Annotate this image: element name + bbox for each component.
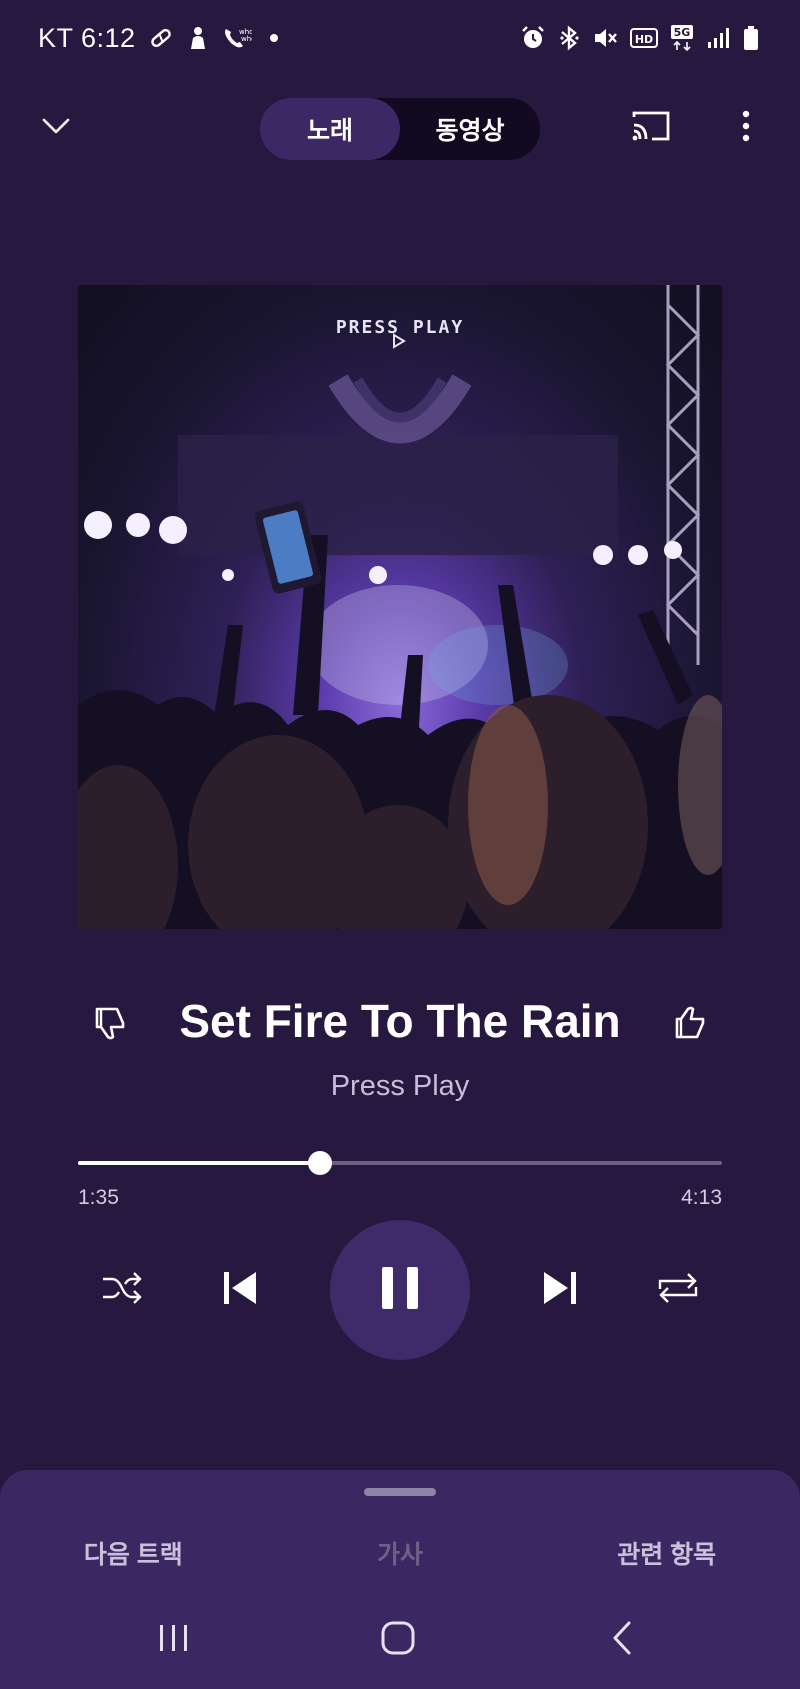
next-button[interactable] <box>534 1266 586 1314</box>
thumbs-up-icon <box>671 1003 711 1048</box>
skip-previous-icon <box>220 1269 260 1312</box>
recents-icon <box>157 1622 191 1659</box>
carrier-time: KT 6:12 <box>38 22 136 53</box>
home-button[interactable] <box>368 1614 428 1666</box>
shuffle-button[interactable] <box>96 1266 148 1314</box>
sheet-tabs: 다음 트랙 가사 관련 항목 <box>0 1530 800 1580</box>
tab-lyrics[interactable]: 가사 <box>267 1530 534 1580</box>
signal-icon <box>706 26 730 50</box>
track-info: Set Fire To The Rain Press Play <box>0 990 800 1110</box>
collapse-button[interactable] <box>34 106 78 150</box>
tab-video[interactable]: 동영상 <box>400 98 540 160</box>
cast-icon <box>630 109 672 148</box>
recents-button[interactable] <box>144 1614 204 1666</box>
status-left: KT 6:12 whowho <box>38 23 278 54</box>
dislike-button[interactable] <box>88 1002 134 1048</box>
play-pause-button[interactable] <box>330 1220 470 1360</box>
seek-thumb[interactable] <box>307 1151 332 1175</box>
playback-controls <box>0 1220 800 1360</box>
concert-illustration <box>78 285 722 929</box>
status-bar: KT 6:12 whowho HD 5G <box>0 0 800 76</box>
tab-up-next[interactable]: 다음 트랙 <box>0 1530 267 1580</box>
skip-next-icon <box>540 1269 580 1312</box>
battery-icon <box>742 25 760 51</box>
seek-bar[interactable] <box>78 1150 722 1176</box>
track-artist[interactable]: Press Play <box>150 1070 650 1103</box>
seek-progress <box>78 1161 320 1165</box>
dot-icon <box>269 34 278 42</box>
thumbs-down-icon <box>91 1003 131 1048</box>
time-total: 4:13 <box>681 1186 722 1209</box>
repeat-icon <box>656 1269 700 1312</box>
hd-icon: HD <box>630 27 658 49</box>
time-elapsed: 1:35 <box>78 1186 119 1209</box>
status-right: HD 5G <box>520 24 760 52</box>
network-label: 5G <box>674 26 691 39</box>
more-vert-icon <box>741 110 751 147</box>
pill-icon <box>148 25 174 51</box>
previous-button[interactable] <box>214 1266 266 1314</box>
repeat-button[interactable] <box>652 1266 704 1314</box>
bottom-sheet: 다음 트랙 가사 관련 항목 <box>0 1470 800 1689</box>
chevron-down-icon <box>41 117 71 140</box>
tab-related[interactable]: 관련 항목 <box>533 1530 800 1580</box>
pause-icon <box>380 1265 420 1316</box>
hd-label: HD <box>635 33 653 46</box>
shuffle-icon <box>100 1270 144 1311</box>
cast-button[interactable] <box>628 106 674 150</box>
alarm-icon <box>520 25 546 51</box>
whowho-call-icon: whowho <box>222 25 252 51</box>
svg-text:who: who <box>241 35 252 43</box>
bluetooth-icon <box>558 25 580 51</box>
person-icon <box>186 25 210 51</box>
5g-icon: 5G <box>670 24 694 52</box>
album-art: PRESS PLAY <box>78 285 722 929</box>
back-button[interactable] <box>592 1614 652 1666</box>
album-art-caption: PRESS PLAY <box>335 317 465 338</box>
like-button[interactable] <box>668 1002 714 1048</box>
back-icon <box>610 1620 634 1661</box>
home-icon <box>380 1620 416 1661</box>
system-nav-bar <box>0 1600 800 1680</box>
song-video-toggle: 노래 동영상 <box>260 98 540 160</box>
track-title: Set Fire To The Rain <box>179 995 621 1047</box>
tab-song[interactable]: 노래 <box>260 98 400 160</box>
sheet-drag-handle[interactable] <box>364 1488 436 1496</box>
more-options-button[interactable] <box>726 106 766 150</box>
player-header: 노래 동영상 <box>0 96 800 162</box>
mute-icon <box>592 25 618 51</box>
